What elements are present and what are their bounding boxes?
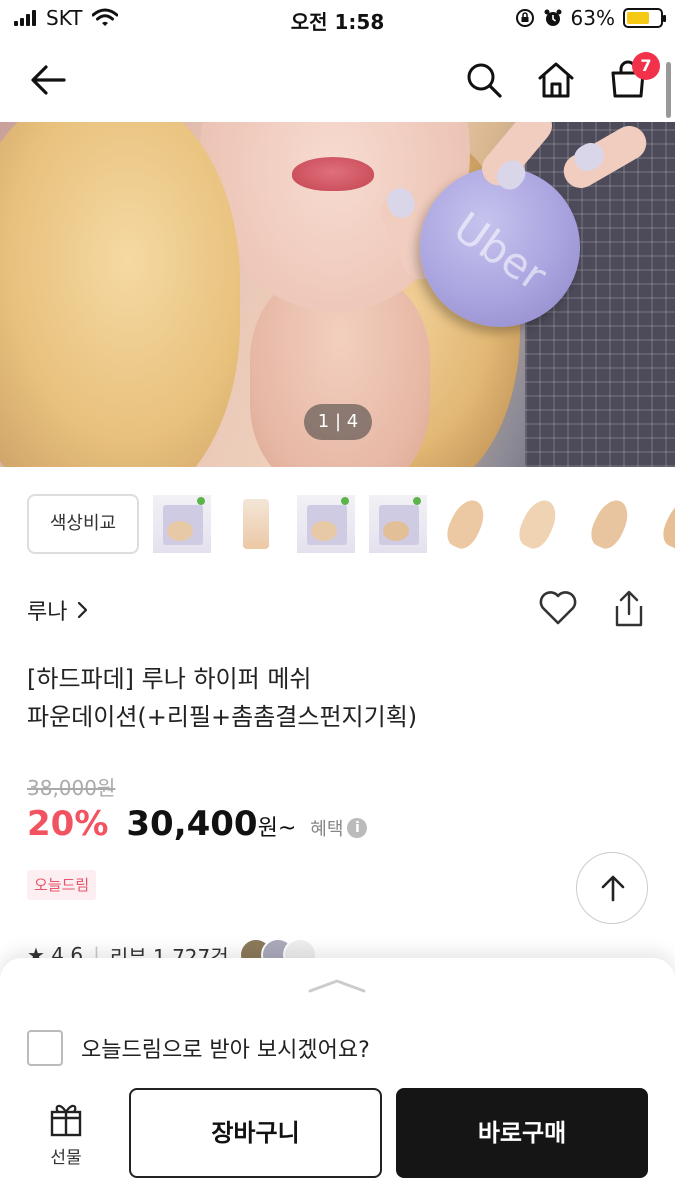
search-icon[interactable]: [462, 58, 506, 102]
scrollbar[interactable]: [666, 62, 671, 118]
share-icon[interactable]: [612, 590, 646, 628]
thumbnail-item[interactable]: [585, 495, 643, 553]
thumbnail-item[interactable]: [297, 495, 355, 553]
alarm-icon: [544, 9, 562, 26]
today-dream-option[interactable]: 오늘드림으로 받아 보시겠어요?: [27, 1030, 370, 1066]
sale-price: 30,400: [126, 804, 258, 844]
discount-rate: 20%: [27, 804, 109, 844]
product-title: [하드파데] 루나 하이퍼 메쉬 파운데이션(+리필+촘촘결스펀지기획): [27, 665, 418, 731]
status-bar: SKT 오전 1:58 63%: [0, 0, 675, 40]
add-to-cart-button[interactable]: 장바구니: [129, 1088, 382, 1178]
color-compare-button[interactable]: 색상비교: [27, 494, 139, 554]
thumbnail-item[interactable]: [369, 495, 427, 553]
thumbnail-item[interactable]: [513, 495, 571, 553]
info-icon: i: [347, 818, 368, 838]
gift-label: 선물: [50, 1148, 82, 1168]
thumbnail-strip: 색상비교: [27, 493, 675, 555]
original-price: 38,000원: [27, 776, 116, 800]
product-detail-page: SKT 오전 1:58 63% 7 Uber 1 | 4 색상비교 루나 [하드…: [0, 0, 675, 1200]
thumbnail-item[interactable]: [657, 495, 675, 553]
cart-count-badge: 7: [632, 52, 660, 80]
product-hero-image[interactable]: Uber 1 | 4: [0, 122, 675, 467]
orientation-lock-icon: [515, 9, 534, 27]
battery-percent: 63%: [570, 6, 615, 30]
price-row: 20% 30,400 원~ 혜택 i: [27, 804, 368, 844]
scroll-to-top-button[interactable]: [576, 852, 648, 924]
battery-icon: [623, 8, 666, 28]
arrow-up-icon: [601, 875, 625, 902]
purchase-bottom-sheet: 오늘드림으로 받아 보시겠어요? 선물 장바구니 바로구매: [0, 958, 675, 1200]
cart-button[interactable]: 7: [606, 52, 660, 102]
benefit-button[interactable]: 혜택 i: [310, 815, 368, 841]
thumbnail-item[interactable]: [441, 495, 499, 553]
back-arrow-icon[interactable]: [26, 58, 70, 102]
today-dream-checkbox[interactable]: [27, 1030, 63, 1066]
home-icon[interactable]: [534, 58, 578, 102]
brand-link[interactable]: 루나: [27, 594, 89, 626]
thumbnail-item[interactable]: [153, 495, 211, 553]
thumbnail-item[interactable]: [225, 495, 283, 553]
heart-icon[interactable]: [538, 590, 578, 626]
buy-now-button[interactable]: 바로구매: [396, 1088, 648, 1178]
image-counter: 1 | 4: [304, 404, 372, 440]
top-nav: 7: [0, 40, 675, 122]
chevron-right-icon: [78, 601, 88, 619]
today-dream-question: 오늘드림으로 받아 보시겠어요?: [81, 1038, 370, 1063]
gift-icon: [50, 1104, 82, 1137]
chevron-up-icon[interactable]: [306, 976, 368, 996]
today-dream-tag: 오늘드림: [27, 870, 97, 900]
price-unit: 원~: [257, 816, 297, 841]
brand-name: 루나: [27, 600, 68, 625]
model-lips: [292, 157, 374, 191]
gift-button[interactable]: 선물: [38, 1098, 94, 1168]
